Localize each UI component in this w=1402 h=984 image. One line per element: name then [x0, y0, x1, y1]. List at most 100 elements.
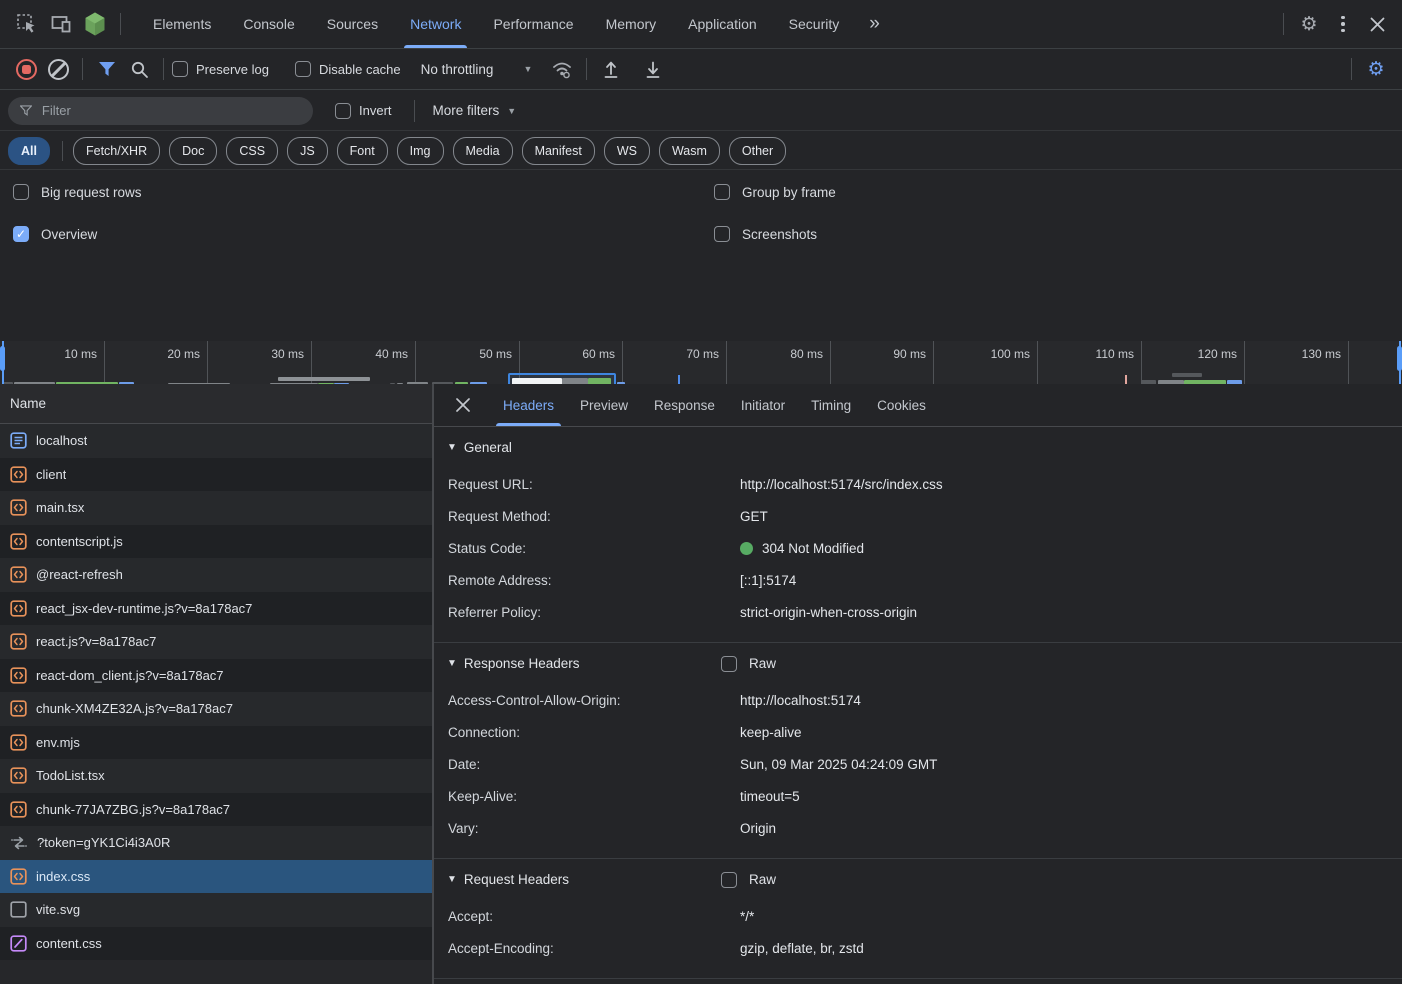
group-by-frame-toggle[interactable]: Group by frame — [714, 184, 836, 200]
request-row-env-mjs[interactable]: env.mjs — [0, 725, 432, 759]
request-row-chunk-xm4ze32a-js-v-8a178ac7[interactable]: chunk-XM4ZE32A.js?v=8a178ac7 — [0, 692, 432, 726]
raw-toggle[interactable]: Raw — [721, 871, 776, 888]
export-har-icon[interactable] — [637, 54, 669, 84]
kebab-menu-icon[interactable] — [1326, 8, 1360, 40]
raw-checkbox[interactable] — [721, 655, 737, 672]
header-name: Referrer Policy: — [448, 604, 542, 620]
request-row-react-jsx-dev-runtime-js-v-8a178ac7[interactable]: react_jsx-dev-runtime.js?v=8a178ac7 — [0, 591, 432, 625]
header-value: */* — [740, 908, 755, 924]
header-row-accept: Accept: */* — [434, 900, 1402, 932]
filter-chip-js[interactable]: JS — [287, 136, 328, 165]
tab-performance[interactable]: Performance — [477, 0, 589, 48]
filter-chip-media[interactable]: Media — [452, 136, 513, 165]
details-tab-timing[interactable]: Timing — [798, 384, 864, 426]
header-row-vary: Vary: Origin — [434, 812, 1402, 844]
record-network-log-button[interactable] — [10, 54, 42, 84]
throttling-dropdown[interactable]: No throttling ▼ — [421, 62, 533, 77]
request-row-chunk-77ja7zbg-js-v-8a178ac7[interactable]: chunk-77JA7ZBG.js?v=8a178ac7 — [0, 792, 432, 826]
group-by-frame-checkbox[interactable] — [714, 184, 730, 200]
tab-network[interactable]: Network — [394, 0, 477, 48]
overview-checkbox[interactable]: ✓ — [13, 226, 29, 242]
script-icon — [10, 734, 27, 751]
search-icon[interactable] — [123, 54, 155, 84]
big-request-rows-toggle[interactable]: Big request rows — [13, 184, 142, 200]
raw-checkbox[interactable] — [721, 871, 737, 888]
websocket-icon — [11, 836, 27, 849]
waterfall-bar — [1172, 373, 1202, 377]
name-column-header[interactable]: Name — [0, 384, 432, 424]
disable-cache-checkbox[interactable] — [294, 61, 311, 77]
network-conditions-icon[interactable] — [546, 54, 578, 84]
script-icon — [10, 767, 27, 784]
filter-toggle-icon[interactable] — [91, 54, 123, 84]
request-row-react-dom-client-js-v-8a178ac7[interactable]: react-dom_client.js?v=8a178ac7 — [0, 658, 432, 692]
inspect-cursor-icon[interactable] — [10, 8, 44, 40]
preserve-log-toggle[interactable]: Preserve log — [172, 61, 283, 77]
request-row-contentscript-js[interactable]: contentscript.js — [0, 524, 432, 558]
network-settings-gear-icon[interactable]: ⚙ — [1360, 54, 1392, 84]
request-row-react-js-v-8a178ac7[interactable]: react.js?v=8a178ac7 — [0, 625, 432, 659]
filter-chip-fetch-xhr[interactable]: Fetch/XHR — [72, 136, 161, 165]
preserve-log-checkbox[interactable] — [172, 61, 188, 77]
screenshots-checkbox[interactable] — [714, 226, 730, 242]
tab-memory[interactable]: Memory — [590, 0, 673, 48]
filter-chip-other[interactable]: Other — [728, 136, 787, 165]
section-header-request-headers[interactable]: ▼ Request Headers Raw — [434, 859, 1402, 900]
request-row-vite-svg[interactable]: vite.svg — [0, 893, 432, 927]
filter-chip-img[interactable]: Img — [396, 136, 444, 165]
request-row-content-css[interactable]: content.css — [0, 926, 432, 960]
raw-toggle[interactable]: Raw — [721, 655, 776, 672]
request-row-localhost[interactable]: localhost — [0, 424, 432, 458]
close-devtools-icon[interactable] — [1360, 8, 1394, 40]
invert-checkbox[interactable] — [335, 102, 351, 119]
filter-chip-all[interactable]: All — [8, 136, 50, 165]
tab-sources[interactable]: Sources — [311, 0, 394, 48]
filter-chip-font[interactable]: Font — [336, 136, 388, 165]
device-toolbar-icon[interactable] — [44, 8, 78, 40]
request-row-main-tsx[interactable]: main.tsx — [0, 491, 432, 525]
request-row-index-css[interactable]: index.css — [0, 859, 432, 893]
details-tab-response[interactable]: Response — [641, 384, 728, 426]
request-name: chunk-XM4ZE32A.js?v=8a178ac7 — [36, 701, 233, 717]
toolbar-separator-4 — [1351, 58, 1352, 80]
filter-chip-manifest[interactable]: Manifest — [521, 136, 595, 165]
clear-network-log-button[interactable] — [42, 54, 74, 84]
filter-chip-wasm[interactable]: Wasm — [658, 136, 720, 165]
tab-console[interactable]: Console — [227, 0, 310, 48]
request-row-token-gyk1ci4i3a0r[interactable]: ?token=gYK1Ci4i3A0R — [0, 826, 432, 860]
tab-application[interactable]: Application — [672, 0, 773, 48]
filter-chip-css[interactable]: CSS — [226, 136, 279, 165]
tab-elements[interactable]: Elements — [137, 0, 227, 48]
close-details-icon[interactable] — [450, 392, 476, 418]
websocket-icon — [10, 835, 28, 851]
timeline-range-end-grip[interactable] — [1397, 346, 1402, 371]
overview-toggle[interactable]: ✓ Overview — [13, 226, 97, 242]
filter-input-pill[interactable] — [8, 96, 313, 125]
request-row-client[interactable]: client — [0, 457, 432, 491]
more-panels-icon[interactable]: » — [855, 13, 894, 35]
details-tab-headers[interactable]: Headers — [490, 384, 567, 426]
big-request-rows-checkbox[interactable] — [13, 184, 29, 200]
more-filters-dropdown[interactable]: More filters ▼ — [433, 103, 517, 118]
node-js-icon[interactable] — [78, 8, 112, 40]
script-icon — [10, 566, 27, 583]
filter-chip-ws[interactable]: WS — [603, 136, 650, 165]
section-header-response-headers[interactable]: ▼ Response Headers Raw — [434, 643, 1402, 684]
timeline-range-start-grip[interactable] — [0, 346, 5, 371]
header-name: Vary: — [448, 820, 479, 836]
settings-gear-icon[interactable]: ⚙ — [1292, 8, 1326, 40]
import-har-icon[interactable] — [595, 54, 627, 84]
request-row-react-refresh[interactable]: @react-refresh — [0, 558, 432, 592]
details-tab-preview[interactable]: Preview — [567, 384, 641, 426]
screenshots-toggle[interactable]: Screenshots — [714, 226, 817, 242]
filter-input[interactable] — [39, 102, 301, 119]
details-tab-cookies[interactable]: Cookies — [864, 384, 939, 426]
tab-security[interactable]: Security — [773, 0, 856, 48]
details-tab-initiator[interactable]: Initiator — [728, 384, 798, 426]
invert-toggle[interactable]: Invert — [335, 102, 406, 119]
section-header-general[interactable]: ▼ General — [434, 427, 1402, 468]
filter-chip-doc[interactable]: Doc — [169, 136, 218, 165]
request-row-todolist-tsx[interactable]: TodoList.tsx — [0, 759, 432, 793]
disable-cache-toggle[interactable]: Disable cache — [294, 61, 415, 77]
request-name: react_jsx-dev-runtime.js?v=8a178ac7 — [36, 600, 253, 616]
